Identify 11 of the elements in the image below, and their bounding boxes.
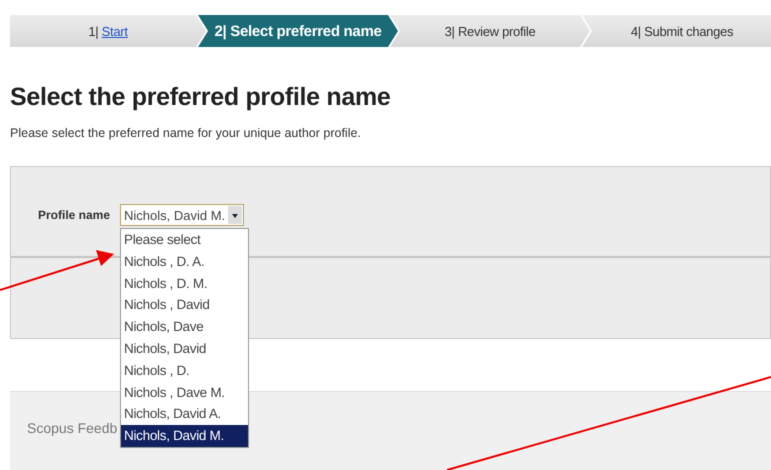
profile-name-dropdown[interactable]: Nichols, David M. (120, 204, 244, 226)
page-heading: Select the preferred profile name (10, 83, 392, 112)
page-subtitle: Please select the preferred name for your unique author profile. (10, 126, 362, 140)
step-link[interactable]: Start (102, 24, 128, 38)
footer-title: Scopus Feedb (27, 420, 118, 436)
field-label: Profile name (38, 208, 110, 222)
wizard-step[interactable]: 1| Start (10, 15, 206, 47)
wizard-step[interactable]: 2| Select preferred name (198, 15, 398, 47)
wizard-step[interactable]: 3| Review profile (390, 15, 590, 47)
dropdown-option[interactable]: Nichols, David M. (121, 425, 248, 447)
wizard-step[interactable]: 4| Submit changes (582, 15, 771, 47)
